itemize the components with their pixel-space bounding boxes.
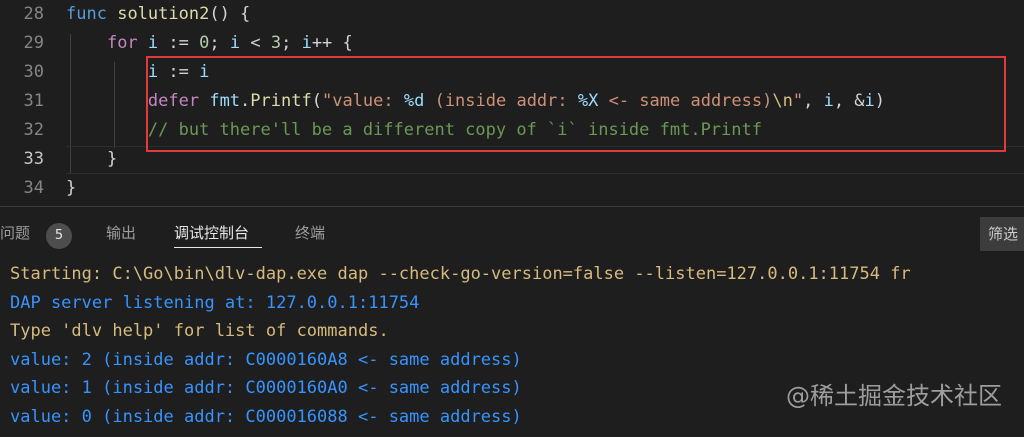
line-number: 34 (23, 178, 44, 198)
console-line: Starting: C:\Go\bin\dlv-dap.exe dap --ch… (10, 264, 911, 284)
code-text: for i := 0; i < 3; i++ { (106, 33, 353, 53)
line-number: 33 (23, 149, 44, 169)
line-number: 32 (23, 120, 44, 140)
code-line[interactable]: 28 func solution2() { (0, 0, 1024, 29)
console-line: DAP server listening at: 127.0.0.1:11754 (10, 293, 420, 313)
console-line: value: 1 (inside addr: C0000160A0 <- sam… (10, 378, 522, 398)
tab-output[interactable]: 输出 (106, 221, 136, 245)
panel-tabs: 问题 5 输出 调试控制台 终端 筛选 (0, 207, 1024, 261)
filter-input[interactable]: 筛选 (980, 217, 1024, 251)
console-line: value: 0 (inside addr: C000016088 <- sam… (10, 407, 522, 427)
line-number: 29 (23, 33, 44, 53)
console-line: Type 'dlv help' for list of commands. (10, 321, 389, 341)
code-editor[interactable]: 28 func solution2() { 29 for i := 0; i < 3… (0, 0, 1024, 206)
line-number: 31 (23, 91, 44, 111)
code-line[interactable]: 34} (0, 174, 1024, 203)
line-number: 30 (23, 62, 44, 82)
line-number: 28 (23, 4, 44, 24)
active-tab-indicator (174, 247, 262, 248)
tab-problems[interactable]: 问题 (0, 221, 30, 245)
problems-count-badge: 5 (46, 223, 72, 249)
annotation-red-box (146, 56, 1006, 152)
tab-debug-console[interactable]: 调试控制台 (174, 221, 249, 245)
code-text: } (66, 178, 77, 198)
code-line[interactable]: 29 for i := 0; i < 3; i++ { (0, 29, 1024, 58)
tab-terminal[interactable]: 终端 (295, 221, 325, 245)
watermark-text: @稀土掘金技术社区 (786, 382, 1002, 410)
code-text: func solution2() { (66, 4, 251, 24)
code-text: } (106, 149, 118, 169)
console-line: value: 2 (inside addr: C0000160A8 <- sam… (10, 350, 522, 370)
